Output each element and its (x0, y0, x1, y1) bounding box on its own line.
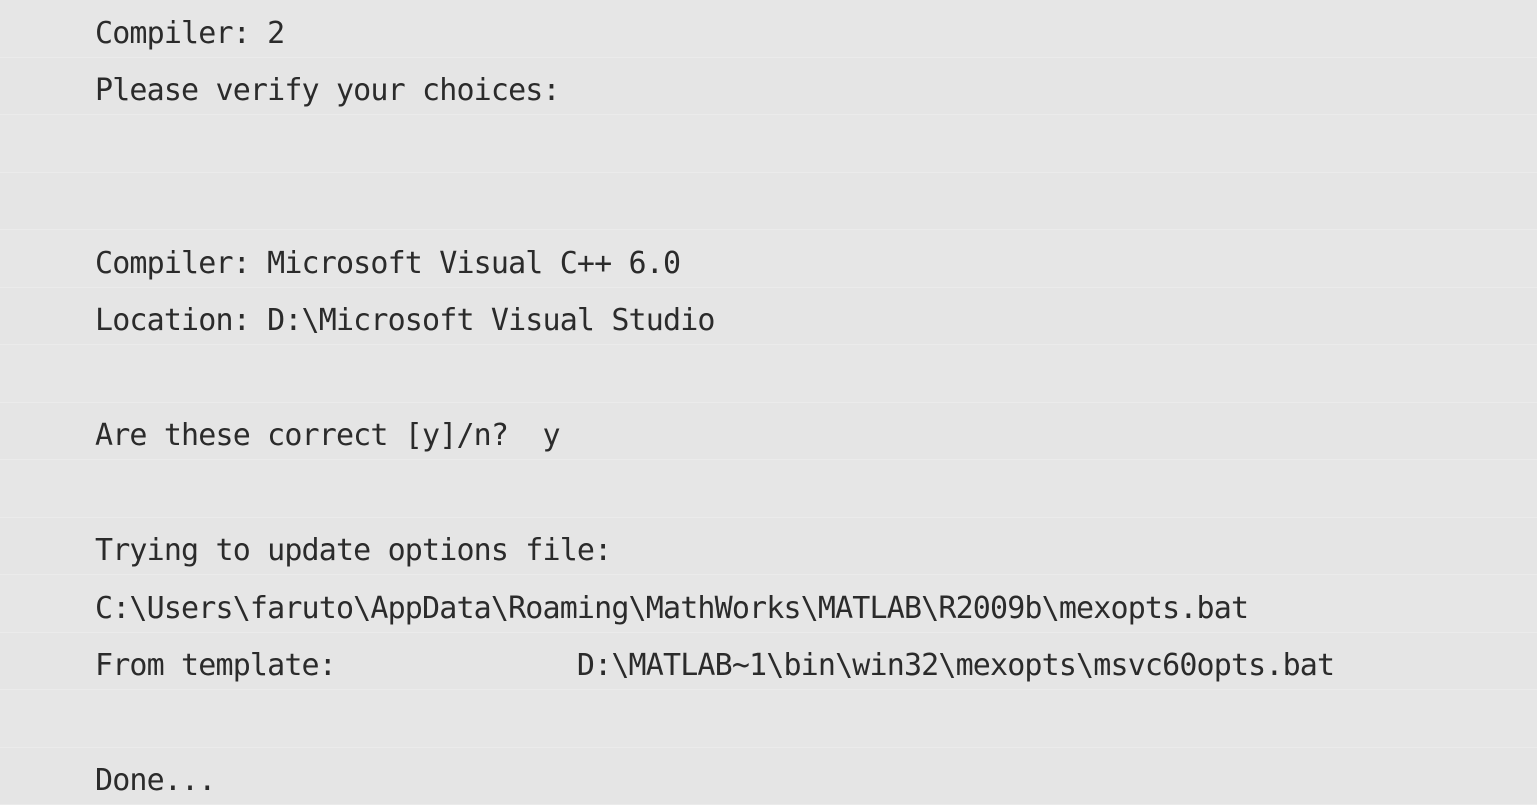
console-line: From template: D:\MATLAB~1\bin\win32\mex… (0, 633, 1537, 691)
console-blank-line (0, 345, 1537, 403)
console-line: Compiler: 2 (0, 0, 1537, 58)
console-line: Please verify your choices: (0, 58, 1537, 116)
console-blank-line (0, 173, 1537, 231)
console-line: Are these correct [y]/n? y (0, 403, 1537, 461)
console-line-text: Are these correct [y]/n? y (95, 419, 560, 453)
console-line: Location: D:\Microsoft Visual Studio (0, 288, 1537, 346)
console-blank-line (0, 460, 1537, 518)
console-line-text: Please verify your choices: (95, 74, 560, 108)
console-output-pane[interactable]: Compiler: 2 Please verify your choices: Co… (0, 0, 1537, 728)
console-line-text: Done... (95, 764, 215, 798)
console-blank-line (0, 115, 1537, 173)
console-line: Done... (0, 748, 1537, 805)
console-line: C:\Users\faruto\AppData\Roaming\MathWork… (0, 575, 1537, 633)
console-line-text: Trying to update options file: (95, 534, 611, 568)
console-line-text: Compiler: Microsoft Visual C++ 6.0 (95, 247, 680, 281)
console-line: Trying to update options file: (0, 518, 1537, 576)
console-line: Compiler: Microsoft Visual C++ 6.0 (0, 230, 1537, 288)
console-line-text: Location: D:\Microsoft Visual Studio (95, 304, 715, 338)
console-line-text: From template: D:\MATLAB~1\bin\win32\mex… (95, 649, 1334, 683)
console-blank-line (0, 690, 1537, 748)
console-line-text: Compiler: 2 (95, 17, 284, 51)
console-line-text: C:\Users\faruto\AppData\Roaming\MathWork… (95, 592, 1248, 626)
